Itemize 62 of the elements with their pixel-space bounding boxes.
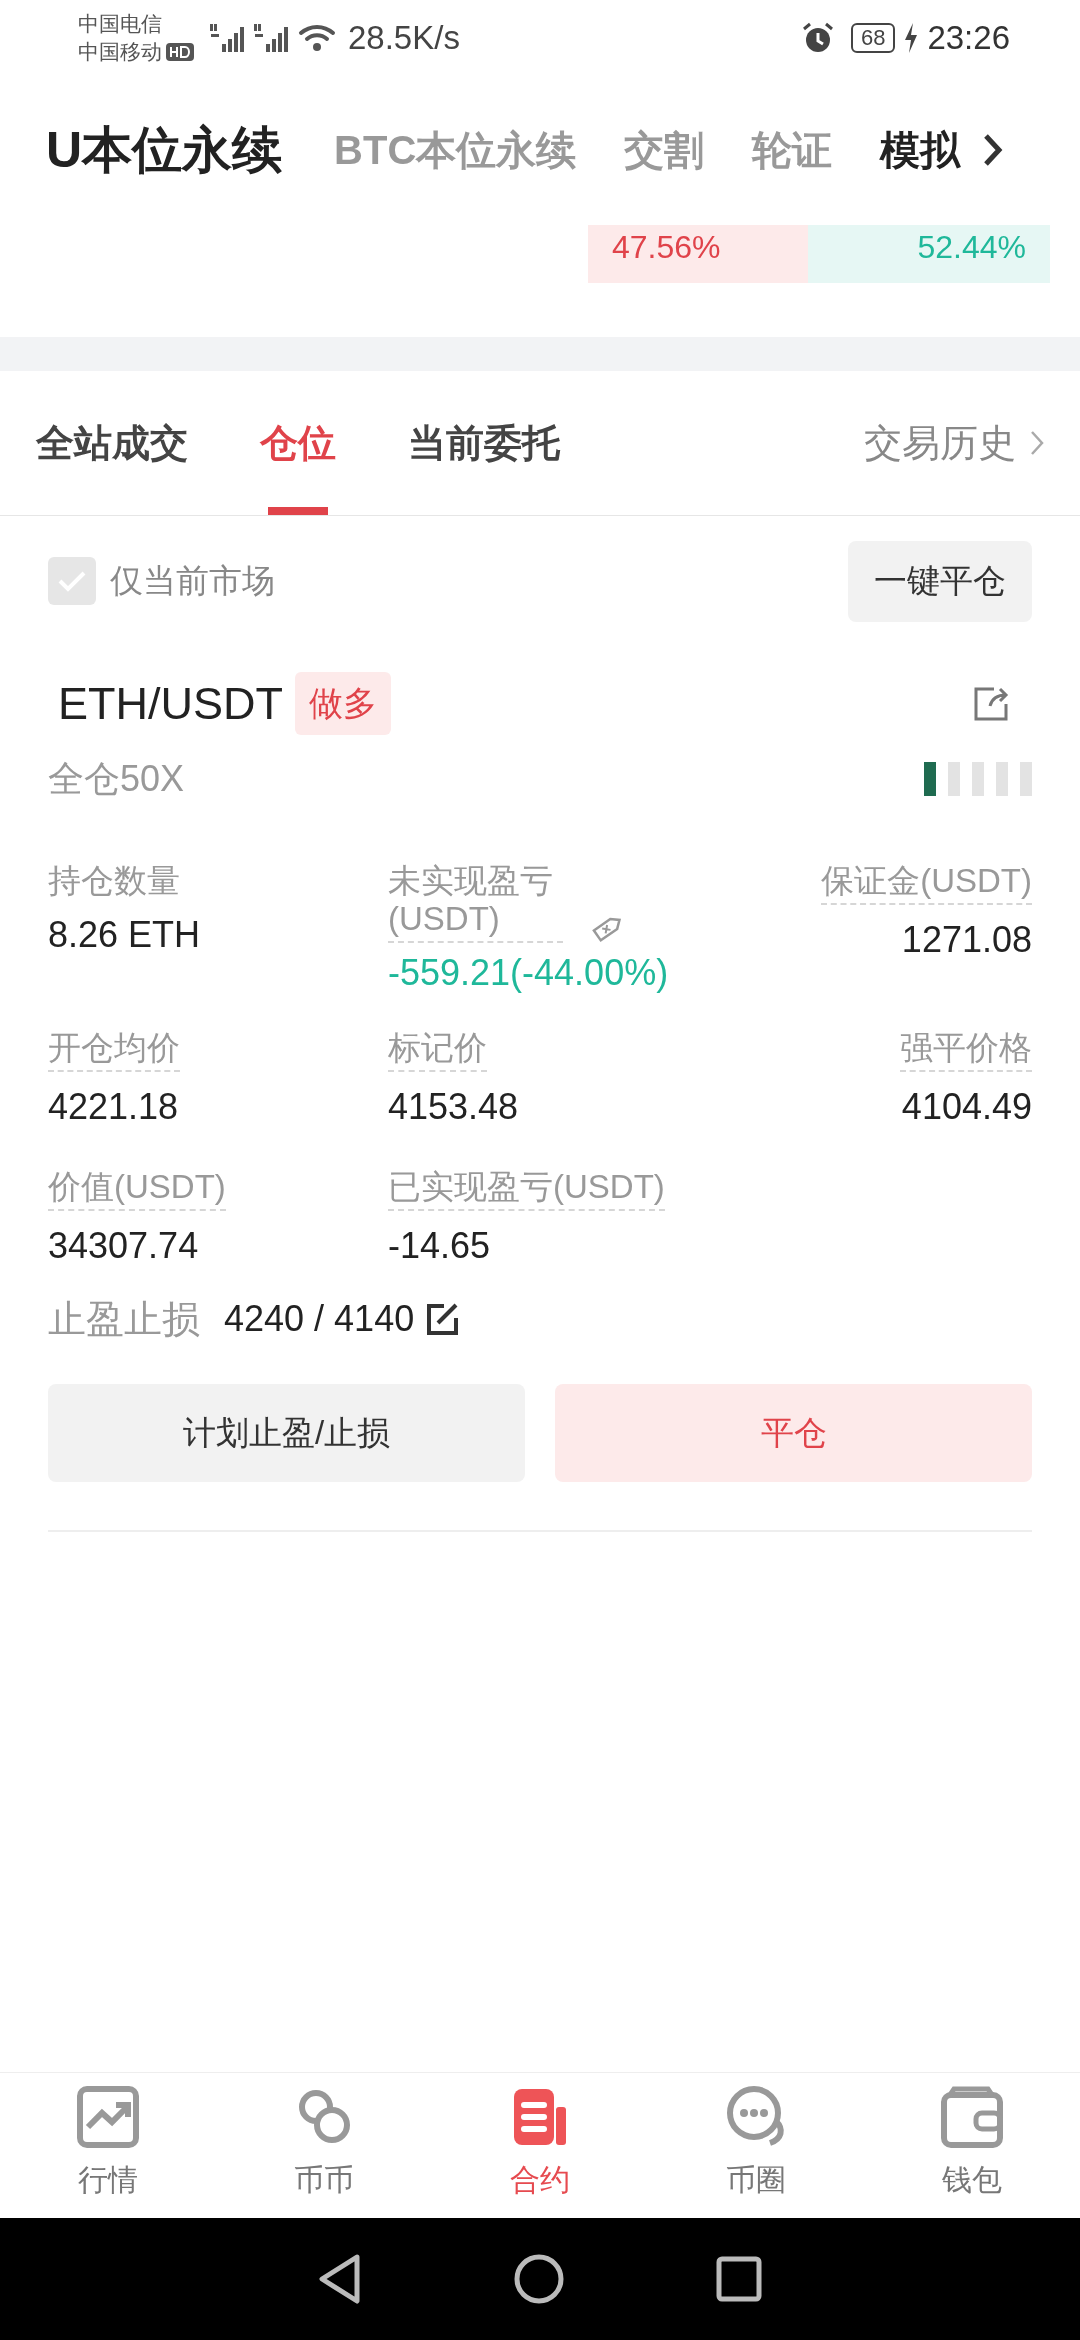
pair-symbol: ETH/USDT [58, 677, 283, 731]
home-icon[interactable] [513, 2253, 565, 2305]
field-label: 标记价 [388, 1028, 487, 1072]
check-icon [57, 569, 87, 593]
section-tab[interactable]: 仓位 [260, 371, 336, 515]
chevron-right-icon [1030, 430, 1044, 456]
wifi-icon [298, 22, 336, 53]
field-label: 未实现盈亏(USDT) [388, 861, 563, 943]
long-share: 47.56% [588, 225, 808, 283]
field-label: 强平价格 [900, 1028, 1032, 1072]
chevron-right-icon[interactable] [982, 132, 1005, 168]
short-share: 52.44% [916, 228, 1027, 267]
alarm-icon [800, 20, 835, 55]
market-tab[interactable]: BTC本位永续 [334, 120, 577, 180]
carrier-label: 中国移动 [78, 38, 162, 65]
market-tab[interactable]: 轮证 [752, 120, 833, 180]
market-tab[interactable]: U本位永续 [46, 112, 283, 188]
close-position-button[interactable]: 平仓 [555, 1383, 1032, 1482]
edit-icon[interactable] [424, 1301, 461, 1337]
signal-icon [210, 21, 246, 54]
field-value: 34307.74 [48, 1223, 200, 1268]
margin-mode: 全仓50X [48, 756, 185, 801]
field-value: -14.65 [388, 1223, 492, 1268]
network-speed: 28.5K/s [348, 17, 460, 58]
nav-tab[interactable]: 合约 [432, 2073, 648, 2218]
checkbox[interactable] [48, 557, 96, 605]
tp-sl-button[interactable]: 计划止盈/止损 [48, 1383, 525, 1482]
field-label: 价值(USDT) [48, 1167, 226, 1211]
field-label: 保证金(USDT) [821, 861, 1032, 905]
field-value: 4104.49 [901, 1084, 1032, 1129]
section-tab[interactable]: 当前委托 [408, 371, 560, 515]
nav-tab[interactable]: 币圈 [648, 2073, 864, 2218]
close-all-button[interactable]: 一键平仓 [848, 540, 1032, 622]
battery-level: 68 [850, 22, 896, 53]
field-label: 开仓均价 [48, 1028, 180, 1072]
wallet-icon [940, 2085, 1004, 2149]
market-tab[interactable]: 模拟 [880, 120, 961, 180]
nav-tab[interactable]: 行情 [0, 2073, 216, 2218]
section-tab[interactable]: 全站成交 [36, 371, 188, 515]
nav-tab[interactable]: 钱包 [864, 2073, 1080, 2218]
field-value: -559.21(-44.00%) [388, 950, 670, 995]
hd-icon [166, 41, 194, 62]
tp-sl-label: 止盈止损 [48, 1296, 200, 1342]
field-label: 已实现盈亏(USDT) [388, 1167, 665, 1211]
side-badge: 做多 [295, 672, 391, 736]
market-tab[interactable]: 交割 [624, 120, 705, 180]
field-value: 4153.48 [388, 1084, 520, 1129]
history-link[interactable]: 交易历史 [864, 371, 1044, 515]
recents-icon[interactable] [715, 2255, 763, 2303]
clock-time: 23:26 [927, 17, 1010, 58]
field-value: 4221.18 [48, 1084, 180, 1129]
tp-sl-value: 4240 / 4140 [224, 1297, 415, 1341]
nav-tab[interactable]: 币币 [216, 2073, 432, 2218]
field-label: 持仓数量 [48, 861, 180, 900]
checkbox-label: 仅当前市场 [110, 561, 275, 602]
chart-icon [76, 2085, 140, 2149]
field-value: 1271.08 [901, 917, 1032, 962]
carrier-label: 中国电信 [78, 10, 162, 37]
field-value: 8.26 ETH [48, 912, 202, 957]
back-icon[interactable] [317, 2253, 363, 2305]
signal-icon [254, 21, 290, 54]
charging-icon [903, 22, 920, 53]
